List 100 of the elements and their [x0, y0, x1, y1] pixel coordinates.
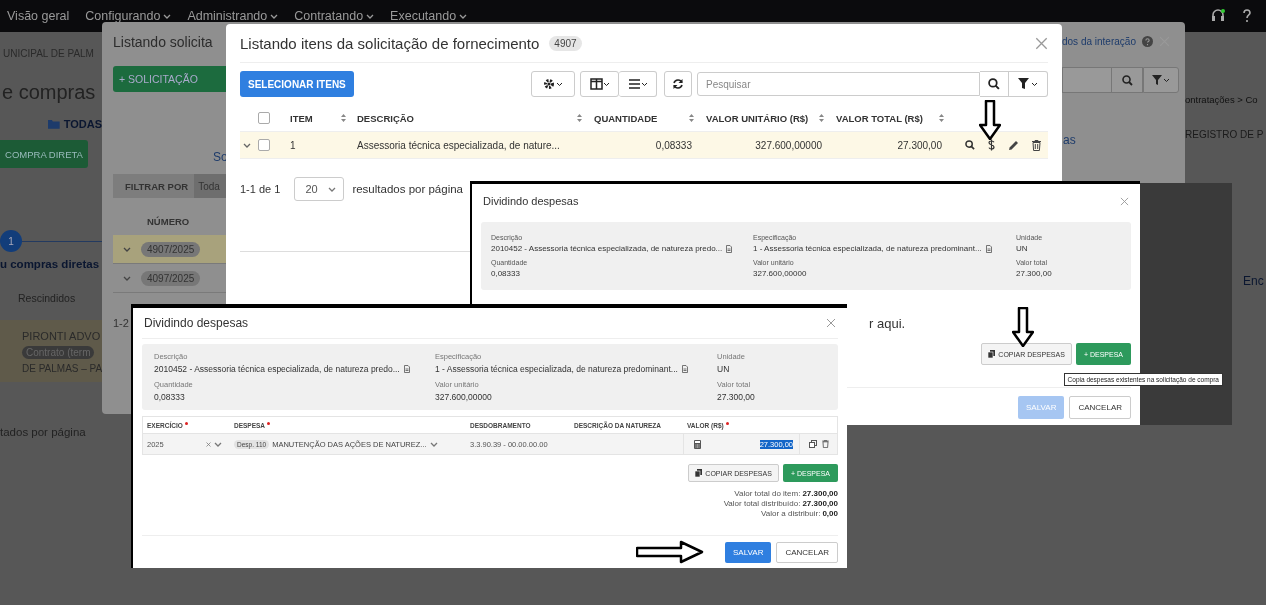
- close-icon[interactable]: [826, 318, 836, 328]
- dialog-title: Dividindo despesas: [144, 316, 249, 330]
- field-value: UN: [717, 364, 730, 374]
- settings-button[interactable]: [531, 71, 575, 97]
- page-size-select[interactable]: 20: [294, 177, 345, 201]
- caret-icon: [214, 441, 222, 447]
- table-cell-text: 1: [289, 139, 297, 151]
- caret-icon: [270, 13, 279, 19]
- column-header[interactable]: VALOR TOTAL (R$): [836, 112, 923, 124]
- total-value: 27.300,00: [802, 499, 838, 508]
- sort-icon[interactable]: [341, 114, 346, 122]
- field-value: UN: [1016, 244, 1028, 253]
- trash-icon[interactable]: [821, 440, 829, 448]
- columns-button[interactable]: [580, 71, 619, 97]
- sort-icon[interactable]: [689, 114, 694, 122]
- close-icon[interactable]: [1120, 196, 1129, 206]
- sort-icon[interactable]: [939, 114, 944, 122]
- interaction-link[interactable]: dos da interação: [1062, 36, 1136, 47]
- dollar-icon[interactable]: [987, 139, 995, 151]
- list-view-button[interactable]: [619, 71, 657, 97]
- required-mark: [184, 421, 188, 425]
- new-request-button[interactable]: + SOLICITAÇÃO: [113, 66, 226, 92]
- headset-icon[interactable]: [1210, 8, 1226, 24]
- cancel-button[interactable]: CANCELAR: [1069, 396, 1131, 419]
- checkbox[interactable]: [258, 112, 270, 124]
- nav-menu-item[interactable]: Contratando: [294, 9, 375, 23]
- partial-text: r aqui.: [869, 316, 906, 331]
- field-value: 1 - Assessoria técnica especializada, de natureza predominant...: [753, 244, 982, 253]
- expand-caret-icon[interactable]: [243, 142, 251, 148]
- search-icon[interactable]: [964, 140, 975, 150]
- refresh-icon: [672, 78, 684, 90]
- dialog-title: Dividindo despesas: [483, 195, 579, 207]
- field-value: 2010452 - Assessoria técnica especializada, de natureza predo...: [491, 244, 723, 253]
- checkbox[interactable]: [258, 139, 270, 151]
- down-arrow: [1012, 307, 1034, 347]
- column-header[interactable]: DESCRIÇÃO: [357, 112, 414, 124]
- caret-icon: [123, 275, 131, 281]
- count-badge: 4907: [549, 35, 582, 51]
- down-arrow: [979, 100, 1001, 140]
- close-icon[interactable]: [1035, 36, 1048, 50]
- nav-menu-item[interactable]: Visão geral: [7, 9, 70, 23]
- document-icon[interactable]: [403, 365, 410, 373]
- table-row[interactable]: 4907/2025: [113, 235, 226, 264]
- sort-icon[interactable]: [819, 114, 824, 122]
- help-icon[interactable]: [1242, 9, 1252, 23]
- caret-icon: [328, 186, 337, 192]
- search-icon: [1121, 74, 1133, 86]
- required-mark: [725, 421, 729, 425]
- filter-button[interactable]: [1143, 67, 1179, 93]
- select-items-button[interactable]: SELECIONAR ITENS: [240, 71, 354, 97]
- filter-icon: [1152, 75, 1170, 85]
- refresh-button[interactable]: [664, 71, 692, 97]
- cancel-button[interactable]: CANCELAR: [776, 542, 838, 563]
- sort-icon[interactable]: [577, 114, 582, 122]
- clear-icon[interactable]: [206, 441, 211, 447]
- modal-title: Listando solicita: [113, 34, 213, 50]
- nav-menu-item[interactable]: Executando: [390, 9, 468, 23]
- filter-button[interactable]: [1009, 71, 1048, 97]
- save-button[interactable]: SALVAR: [725, 542, 772, 563]
- trash-icon[interactable]: [1032, 139, 1042, 151]
- request-number: 4907/2025: [141, 241, 201, 257]
- table-row[interactable]: 1 Assessoria técnica especializada, de nature... 0,08333 327.600,00000 27.300,00: [240, 131, 1048, 159]
- gear-icon: [543, 78, 563, 90]
- table-cell-text: 0,08333: [654, 139, 693, 151]
- nav-menu-item[interactable]: Administrando: [187, 9, 279, 23]
- table-row[interactable]: 4097/2025: [113, 264, 226, 293]
- filter-label: FILTRAR POR: [124, 180, 190, 192]
- filter-icon: [1018, 78, 1038, 90]
- column-header[interactable]: ITEM: [290, 112, 313, 124]
- calculator-icon[interactable]: [694, 439, 701, 449]
- total-label: Valor a distribuir:: [761, 509, 821, 518]
- copy-icon: [988, 350, 996, 358]
- total-value: 27.300,00: [802, 489, 838, 498]
- step-number: 1: [0, 230, 22, 252]
- table-cell-text: 27.300,00: [896, 139, 943, 151]
- caret-icon: [459, 13, 468, 19]
- section-heading: REGISTRO DE P: [1185, 129, 1265, 140]
- document-icon[interactable]: [726, 244, 733, 253]
- document-icon[interactable]: [985, 244, 992, 253]
- field-value: 2010452 - Assessoria técnica especializada, de natureza predo...: [154, 364, 400, 374]
- search-button[interactable]: [980, 71, 1009, 97]
- column-header[interactable]: QUANTIDADE: [594, 112, 658, 124]
- search-field[interactable]: [1062, 67, 1111, 93]
- link-text[interactable]: as: [1063, 133, 1185, 147]
- required-mark: [267, 421, 271, 425]
- direct-purchase-button[interactable]: COMPRA DIRETA: [0, 140, 88, 168]
- document-icon[interactable]: [681, 365, 688, 373]
- field-value: 0,08333: [491, 269, 520, 278]
- column-header[interactable]: VALOR UNITÁRIO (R$): [706, 112, 809, 124]
- copy-icon[interactable]: [808, 440, 817, 448]
- column-header: NÚMERO: [147, 216, 190, 227]
- pencil-icon[interactable]: [1008, 139, 1020, 151]
- field-value: 27.300,00: [717, 392, 755, 402]
- total-label: Valor total do item:: [734, 489, 801, 498]
- caret-icon: [366, 13, 375, 19]
- request-number: 4097/2025: [141, 270, 201, 286]
- nav-menu-item[interactable]: Configurando: [85, 9, 172, 23]
- modal-title: Listando itens da solicitação de fornecimento: [240, 34, 540, 52]
- search-field[interactable]: Pesquisar: [697, 72, 980, 96]
- list-icon: [627, 78, 648, 90]
